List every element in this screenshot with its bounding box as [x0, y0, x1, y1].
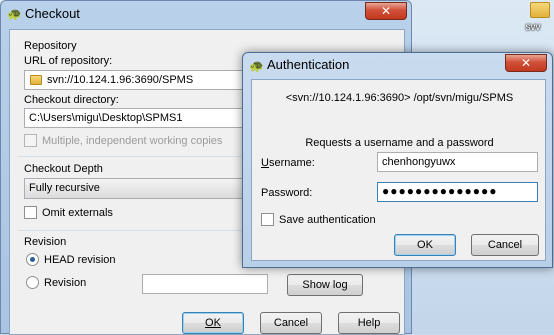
head-revision-label: HEAD revision	[44, 254, 116, 266]
checkout-dir-field[interactable]: C:\Users\migu\Desktop\SPMS1	[24, 108, 256, 128]
desktop-icon[interactable]: svv	[512, 0, 554, 44]
checkout-title: Checkout	[25, 6, 80, 21]
separator	[18, 156, 250, 157]
show-log-button[interactable]: Show log	[287, 274, 363, 296]
help-button[interactable]: Help	[338, 312, 400, 334]
desktop-icon-label: svv	[525, 22, 541, 33]
auth-title: Authentication	[267, 57, 350, 72]
depth-value: Fully recursive	[29, 182, 100, 194]
dir-label: Checkout directory:	[24, 94, 119, 106]
auth-realm: <svn://10.124.1.96:3690> /opt/svn/migu/S…	[285, 92, 514, 104]
multiple-label: Multiple, independent working copies	[42, 135, 223, 147]
close-icon[interactable]: ✕	[365, 2, 407, 20]
depth-group-label: Checkout Depth	[24, 163, 103, 175]
save-auth-checkbox[interactable]	[261, 213, 274, 226]
ok-button[interactable]: OK	[182, 312, 244, 334]
auth-cancel-button[interactable]: Cancel	[471, 234, 539, 256]
head-revision-radio[interactable]	[26, 253, 39, 266]
separator	[18, 230, 250, 231]
tortoise-icon: 🐢	[249, 59, 264, 73]
omit-externals-label: Omit externals	[42, 207, 113, 219]
auth-prompt: Requests a username and a password	[305, 137, 494, 149]
cancel-button[interactable]: Cancel	[260, 312, 322, 334]
password-field[interactable]: ●●●●●●●●●●●●●●	[377, 182, 538, 202]
auth-client-area: <svn://10.124.1.96:3690> /opt/svn/migu/S…	[251, 79, 546, 261]
revision-group-label: Revision	[24, 236, 67, 248]
auth-titlebar[interactable]: 🐢 Authentication ✕	[243, 53, 552, 77]
omit-externals-checkbox[interactable]	[24, 206, 37, 219]
folder-icon	[30, 75, 42, 85]
checkout-titlebar[interactable]: 🐢 Checkout ✕	[1, 1, 411, 27]
password-label: Password:	[261, 187, 313, 199]
depth-dropdown[interactable]: Fully recursive	[24, 178, 256, 199]
url-field[interactable]: svn://10.124.1.96:3690/SPMS	[24, 70, 256, 90]
url-value: svn://10.124.1.96:3690/SPMS	[47, 74, 194, 86]
auth-ok-button[interactable]: OK	[394, 234, 456, 256]
username-label: Username:	[261, 157, 315, 169]
revision-radio[interactable]	[26, 276, 39, 289]
ok-label: OK	[205, 317, 221, 329]
revision-label: Revision	[44, 277, 87, 289]
revision-input[interactable]	[142, 274, 268, 294]
folder-icon	[530, 2, 550, 18]
username-label-rest: sername:	[268, 157, 315, 169]
url-label: URL of repository:	[24, 55, 113, 67]
authentication-dialog: 🐢 Authentication ✕ <svn://10.124.1.96:36…	[242, 52, 553, 268]
close-icon[interactable]: ✕	[505, 54, 547, 72]
dir-value: C:\Users\migu\Desktop\SPMS1	[29, 112, 183, 124]
repository-group-label: Repository	[24, 40, 77, 52]
multiple-checkbox[interactable]	[24, 134, 37, 147]
username-field[interactable]: chenhongyuwx	[377, 152, 538, 172]
save-auth-label: Save authentication	[279, 214, 376, 226]
tortoise-icon: 🐢	[7, 7, 22, 21]
